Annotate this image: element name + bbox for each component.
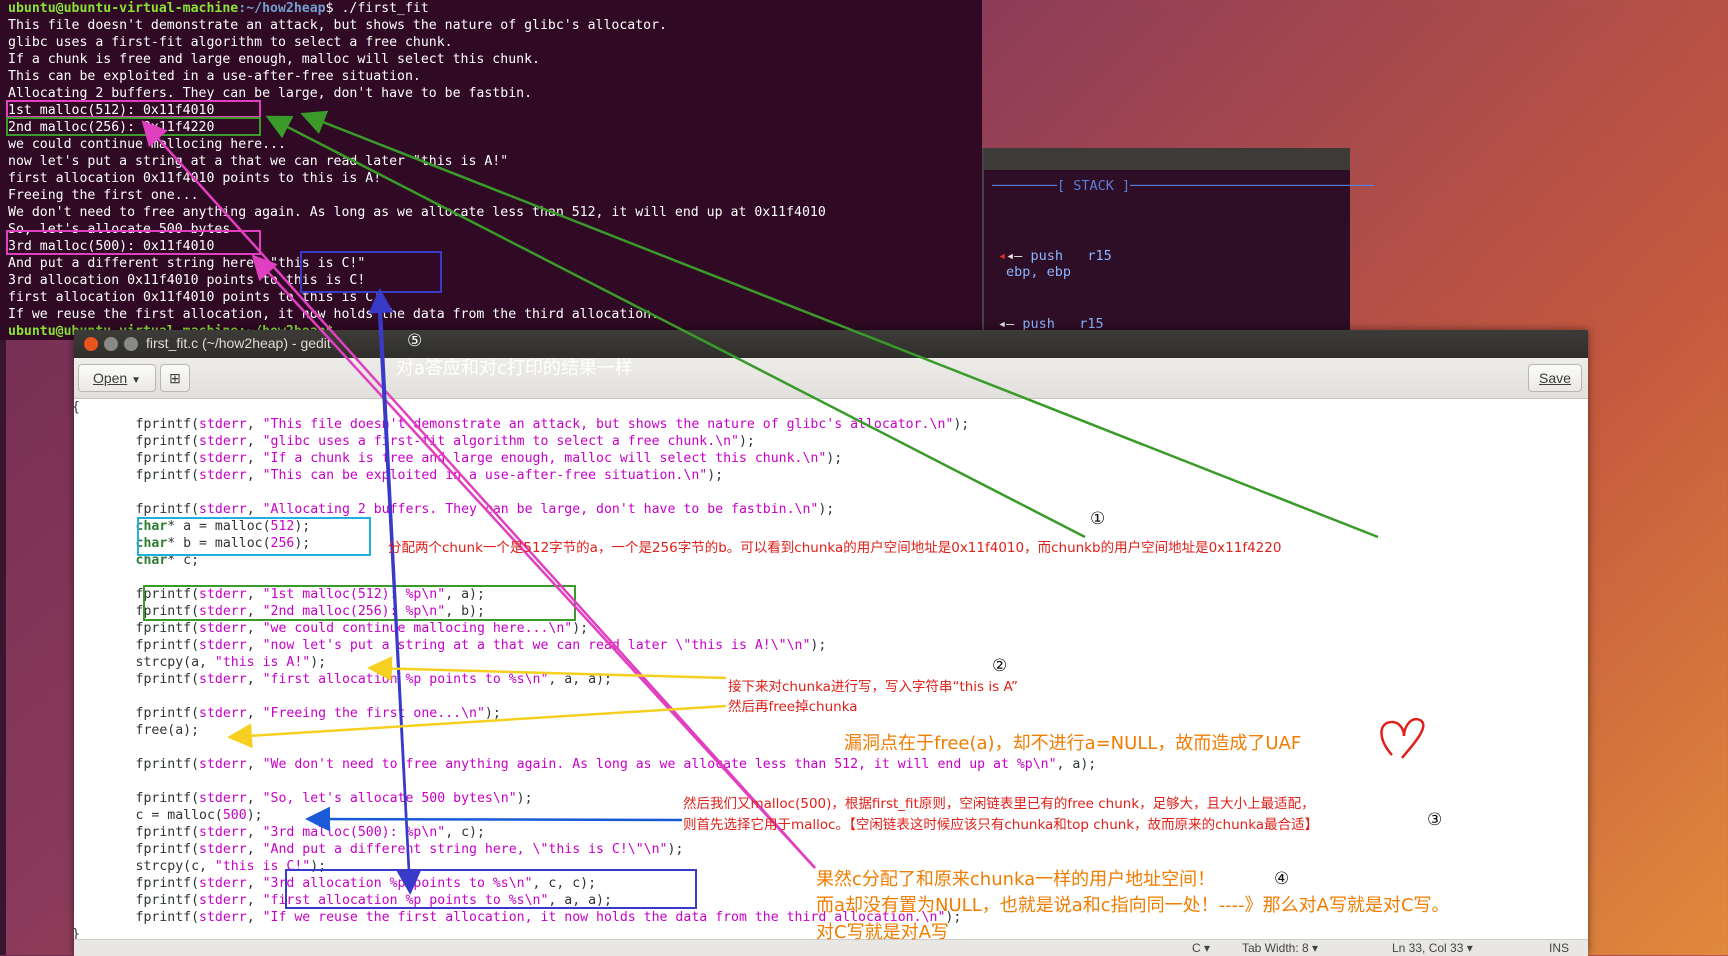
terminal-window[interactable]: ubuntu@ubuntu-virtual-machine:~/how2heap… — [0, 0, 982, 340]
source-code: { fprintf(stderr, "This file doesn't dem… — [72, 400, 1097, 942]
highlight-box-2nd-malloc-output — [6, 117, 261, 136]
open-button[interactable]: Open ▼ — [78, 364, 156, 392]
terminal-prompt-user: ubuntu@ubuntu-virtual-machine — [8, 1, 239, 16]
annotation-uaf-text: 漏洞点在于free(a)，却不进行a=NULL，故而造成了UAF — [844, 733, 1302, 754]
code-editor[interactable]: { fprintf(stderr, "This file doesn't dem… — [72, 399, 1588, 942]
highlight-box-printf-3rd-first — [285, 869, 697, 909]
annotation-4-number: ④ — [1274, 869, 1290, 889]
terminal-line: now let's put a string at a that we can … — [8, 154, 509, 169]
gdb-instruction: push r15 — [1030, 248, 1112, 264]
chevron-down-icon: ▼ — [131, 375, 142, 386]
terminal-line: If we reuse the first allocation, it now… — [8, 307, 660, 322]
open-button-label: Open — [92, 370, 128, 386]
language-selector[interactable]: C ▾ — [1192, 941, 1210, 955]
annotation-5-number: ⑤ — [407, 331, 423, 351]
highlight-box-3rd-malloc-output — [6, 230, 261, 255]
terminal-line: This can be exploited in a use-after-fre… — [8, 69, 421, 84]
annotation-2-text-line1: 接下来对chunka进行写，写入字符串“this is A” — [728, 679, 1018, 695]
terminal-line: we could continue mallocing here... — [8, 137, 286, 152]
gdb-stack-header: ────────[ STACK ]───────────────────────… — [992, 178, 1375, 194]
annotation-2-text-line2: 然后再free掉chunka — [728, 699, 858, 715]
gdb-titlebar[interactable] — [984, 148, 1350, 170]
terminal-line: first allocation 0x11f4010 points to thi… — [8, 171, 382, 186]
terminal-line: If a chunk is free and large enough, mal… — [8, 52, 540, 67]
window-title: first_fit.c (~/how2heap) - gedit — [146, 335, 331, 351]
minimize-icon[interactable] — [104, 337, 118, 351]
highlight-box-char-decls — [137, 517, 371, 556]
new-document-icon[interactable]: ⊞ — [160, 364, 190, 392]
tab-width-selector[interactable]: Tab Width: 8 ▾ — [1242, 941, 1318, 955]
gdb-terminal-window[interactable]: ────────[ STACK ]───────────────────────… — [982, 148, 1374, 340]
gdb-arrow: ◂— — [1006, 248, 1031, 264]
annotation-4-text-line3: 对C写就是对A写 — [816, 922, 949, 943]
highlight-box-1st-malloc-output — [6, 100, 261, 118]
terminal-line: glibc uses a first-fit algorithm to sele… — [8, 35, 453, 50]
annotation-1-number: ① — [1090, 509, 1106, 529]
annotation-2-number: ② — [992, 656, 1008, 676]
close-icon[interactable] — [84, 337, 98, 351]
gedit-window[interactable]: first_fit.c (~/how2heap) - gedit Open ▼ … — [72, 330, 1588, 956]
terminal-line: Freeing the first one... — [8, 188, 199, 203]
annotation-3-text-line2: 则首先选择它用于malloc。【空闲链表这时候应该只有chunka和top ch… — [683, 817, 1319, 833]
gdb-line: ◂◂— push r15 — [998, 248, 1112, 264]
annotation-4-text-line2: 而a却没有置为NULL，也就是说a和c指向同一处！----》那么对A写就是对C写… — [816, 895, 1450, 916]
highlight-box-this-is-c-output — [300, 251, 442, 293]
terminal-command: $ ./first_fit — [325, 1, 429, 16]
terminal-line: We don't need to free anything again. As… — [8, 205, 826, 220]
terminal-line: This file doesn't demonstrate an attack,… — [8, 18, 667, 33]
gdb-line: ebp, ebp — [1006, 264, 1072, 280]
annotation-1-text: 分配两个chunk一个是512字节的a，一个是256字节的b。可以看到chunk… — [388, 540, 1282, 556]
save-button[interactable]: Save — [1528, 364, 1582, 392]
annotation-3-number: ③ — [1427, 810, 1443, 830]
insert-mode: INS — [1549, 941, 1570, 955]
annotation-5-text: 对a答应和对c打印的结果一样 — [396, 358, 633, 379]
annotation-3-text-line1: 然后我们又malloc(500)，根据first_fit原则，空闲链表里已有的f… — [683, 796, 1315, 812]
gedit-toolbar: Open ▼ ⊞ Save — [74, 358, 1588, 399]
maximize-icon[interactable] — [124, 337, 138, 351]
highlight-box-printf-1st-2nd — [143, 585, 576, 621]
terminal-prompt-path: :~/how2heap — [238, 1, 326, 16]
cursor-position[interactable]: Ln 33, Col 33 ▾ — [1392, 941, 1473, 955]
terminal-line: Allocating 2 buffers. They can be large,… — [8, 86, 533, 101]
annotation-4-text-line1: 果然c分配了和原来chunka一样的用户地址空间！ — [816, 869, 1216, 890]
gedit-titlebar[interactable]: first_fit.c (~/how2heap) - gedit — [74, 330, 1588, 358]
